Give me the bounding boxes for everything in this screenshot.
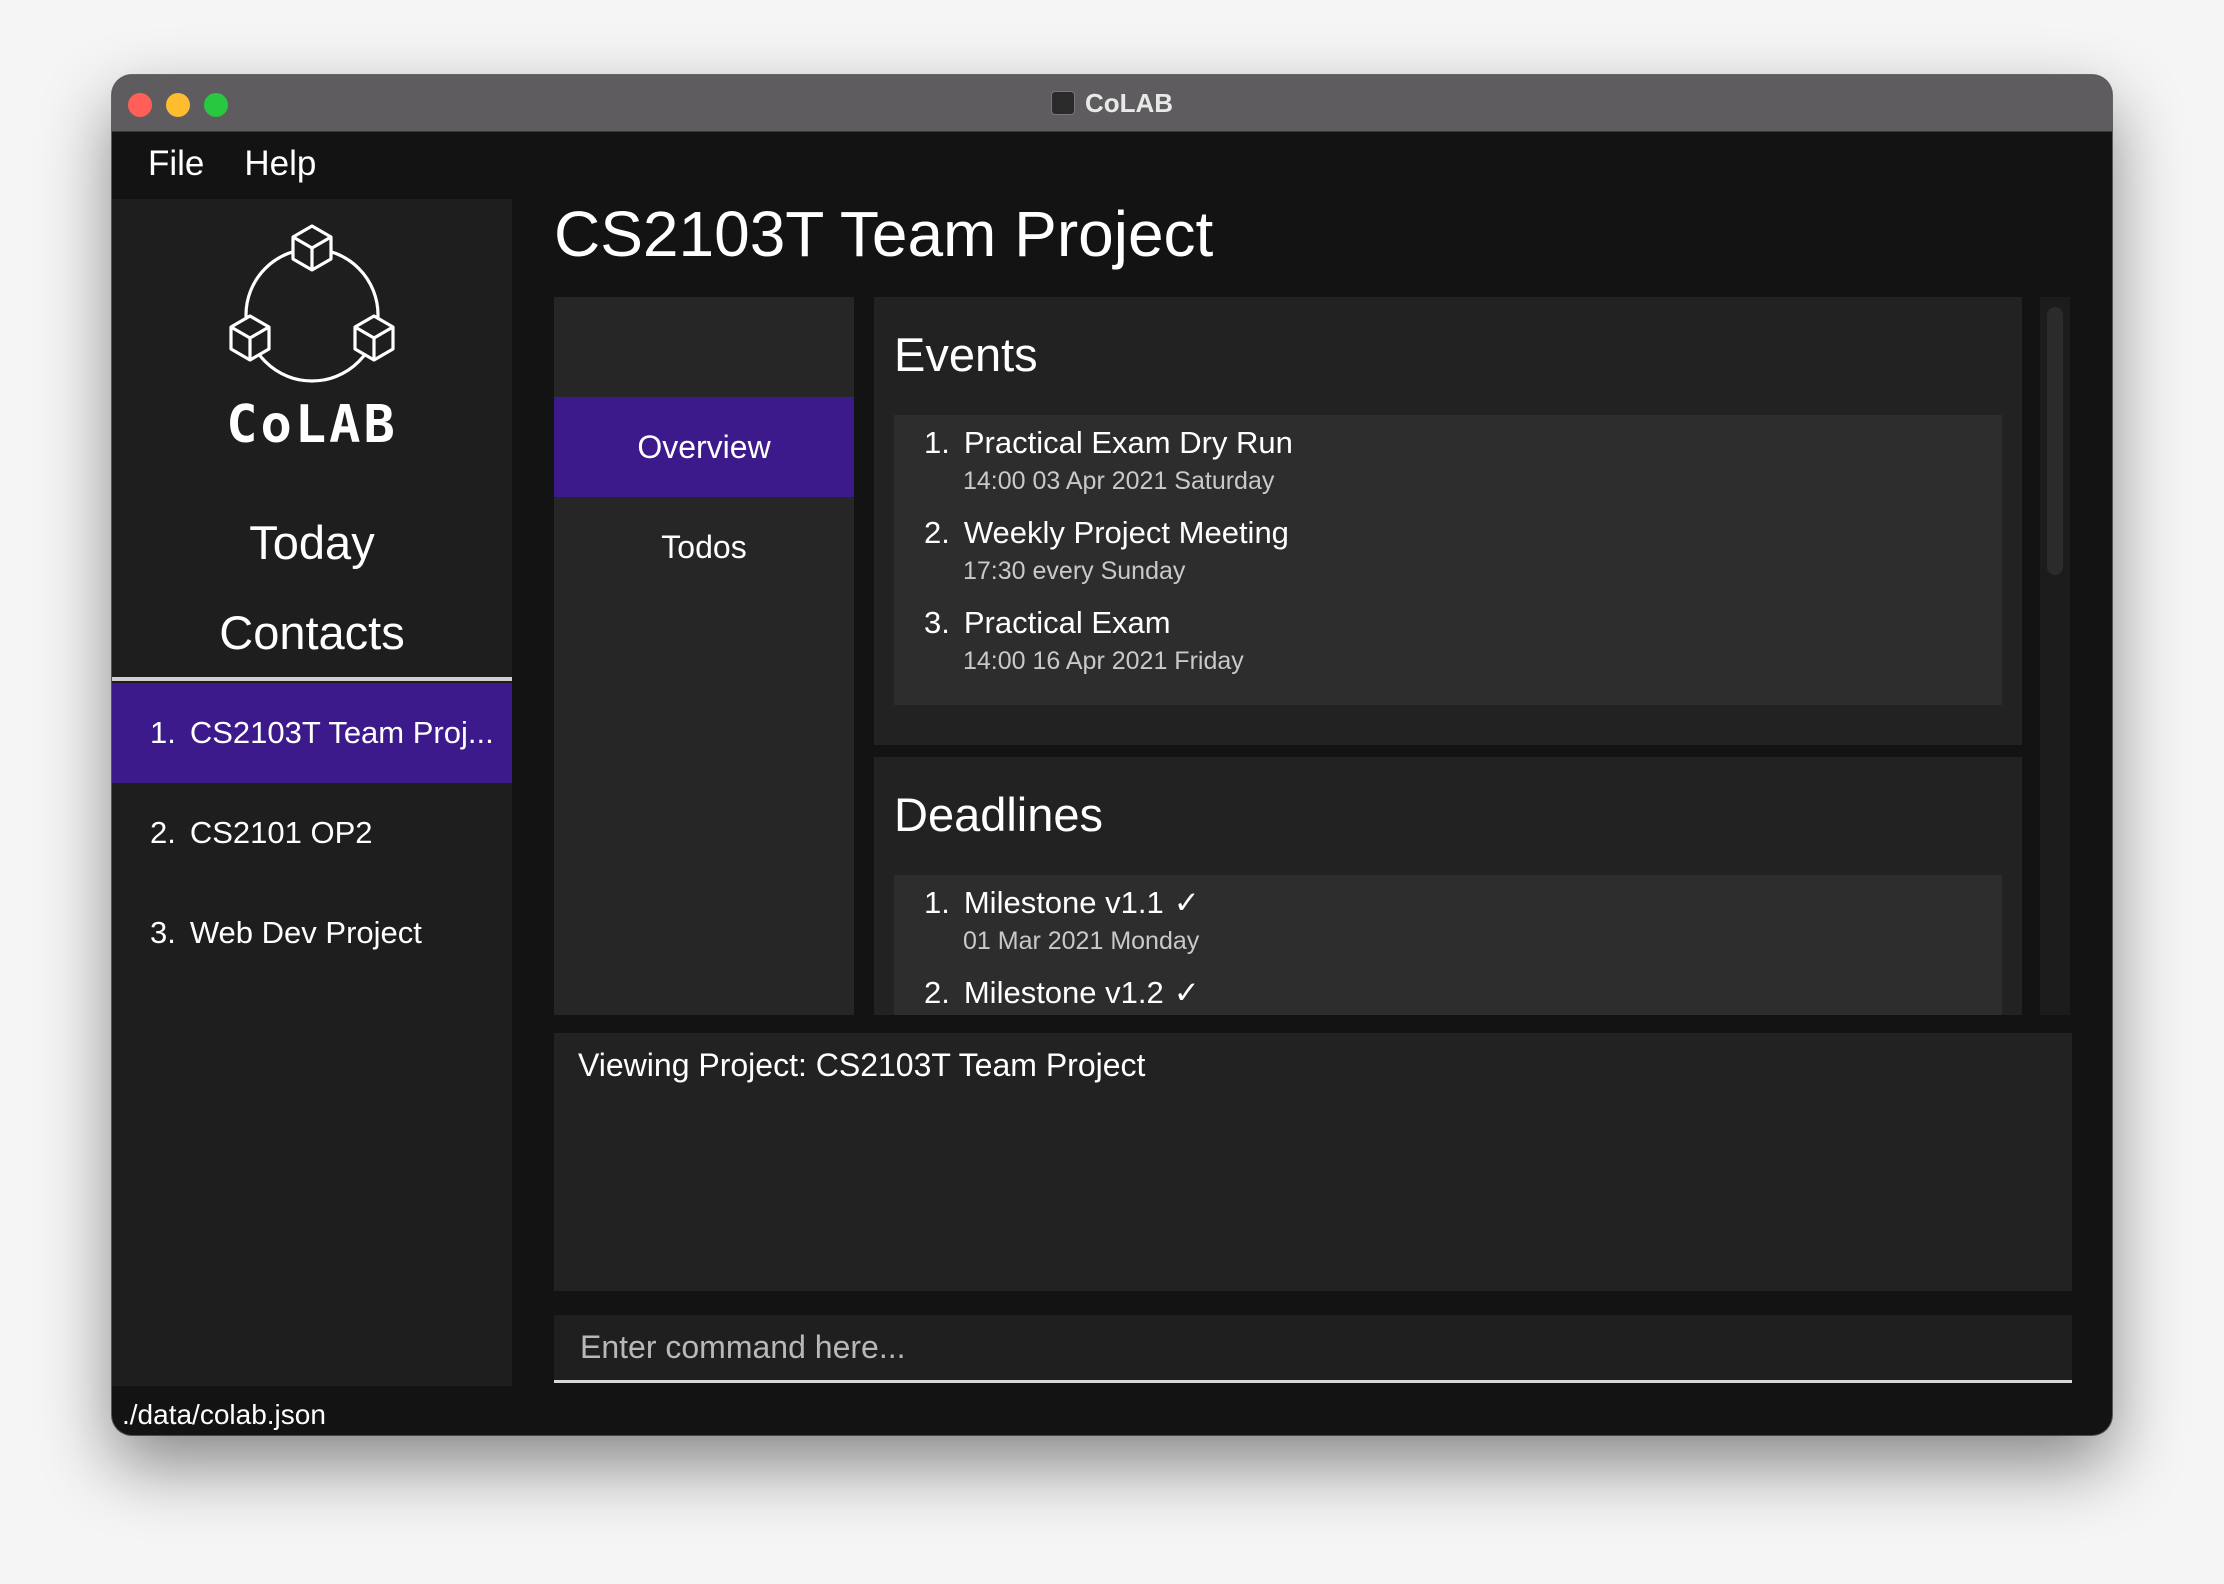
event-item[interactable]: 1. Practical Exam Dry Run 14:00 03 Apr 20… <box>924 425 1293 496</box>
project-name: CS2101 OP2 <box>189 815 373 850</box>
tab-todos[interactable]: Todos <box>554 497 854 597</box>
deadline-item[interactable]: 2. Milestone v1.2 ✓ <box>924 975 1200 1011</box>
deadline-index: 1. <box>924 885 950 920</box>
checkmark-icon: ✓ <box>1173 885 1200 920</box>
events-list: 1. Practical Exam Dry Run 14:00 03 Apr 20… <box>894 415 2002 705</box>
event-name: Practical Exam <box>963 605 1171 640</box>
project-name: CS2103T Team Proj... <box>189 715 494 750</box>
project-name: Web Dev Project <box>189 915 422 950</box>
project-list: 1. CS2103T Team Proj... 2. CS2101 OP2 3.… <box>112 683 512 983</box>
event-detail: 17:30 every Sunday <box>963 557 1186 585</box>
project-list-item[interactable]: 2. CS2101 OP2 <box>112 783 512 883</box>
project-list-item[interactable]: 3. Web Dev Project <box>112 883 512 983</box>
project-index: 2. <box>150 815 176 850</box>
command-input[interactable] <box>554 1315 2072 1380</box>
nav-contacts[interactable]: Contacts <box>112 605 512 660</box>
deadlines-heading: Deadlines <box>894 788 1104 841</box>
deadline-name: Milestone v1.1 <box>963 885 1164 920</box>
event-item[interactable]: 2. Weekly Project Meeting 17:30 every Sun… <box>924 515 1289 586</box>
logo-wordmark: CoLAB <box>226 395 398 455</box>
event-detail: 14:00 03 Apr 2021 Saturday <box>963 467 1275 495</box>
event-detail: 14:00 16 Apr 2021 Friday <box>963 647 1244 675</box>
result-message: Viewing Project: CS2103T Team Project <box>578 1047 1146 1083</box>
status-bar-path: ./data/colab.json <box>122 1399 326 1430</box>
page-title: CS2103T Team Project <box>554 198 1214 270</box>
app-icon <box>1050 91 1075 115</box>
deadline-name: Milestone v1.2 <box>963 975 1164 1010</box>
overview-scrollbar[interactable] <box>2040 297 2070 1015</box>
command-box <box>554 1315 2072 1383</box>
window-title-group: CoLAB <box>112 75 2112 131</box>
nav-today[interactable]: Today <box>112 515 512 570</box>
project-tabs: Overview Todos <box>554 297 854 1015</box>
sidebar: CoLAB Today Contacts 1. CS2103T Team Pro… <box>112 199 512 1386</box>
checkmark-icon: ✓ <box>1173 975 1200 1010</box>
event-index: 3. <box>924 605 950 640</box>
project-list-item[interactable]: 1. CS2103T Team Proj... <box>112 683 512 783</box>
event-index: 2. <box>924 515 950 550</box>
scrollbar-thumb[interactable] <box>2047 307 2063 575</box>
app-window: CoLAB File Help CoLAB Today Contacts 1. … <box>112 75 2112 1435</box>
result-display: Viewing Project: CS2103T Team Project <box>554 1033 2072 1291</box>
events-card: Events 1. Practical Exam Dry Run 14:00 03… <box>874 297 2022 745</box>
sidebar-divider <box>112 677 512 681</box>
menu-file[interactable]: File <box>148 144 204 184</box>
deadline-detail: 01 Mar 2021 Monday <box>963 927 1200 955</box>
deadlines-card: Deadlines 1. Milestone v1.1 ✓ 01 Mar 2021 … <box>874 757 2022 1015</box>
colab-logo-icon <box>229 224 395 383</box>
event-name: Weekly Project Meeting <box>963 515 1289 550</box>
tab-overview[interactable]: Overview <box>554 397 854 497</box>
deadline-item[interactable]: 1. Milestone v1.1 ✓ 01 Mar 2021 Monday <box>924 885 1200 956</box>
title-bar: CoLAB <box>112 75 2112 132</box>
window-title: CoLAB <box>1084 87 1174 118</box>
event-name: Practical Exam Dry Run <box>963 425 1293 460</box>
event-item[interactable]: 3. Practical Exam 14:00 16 Apr 2021 Frida… <box>924 605 1244 676</box>
menu-help[interactable]: Help <box>244 144 316 184</box>
deadlines-list: 1. Milestone v1.1 ✓ 01 Mar 2021 Monday 2. M… <box>894 875 2002 1015</box>
event-index: 1. <box>924 425 950 460</box>
menu-bar: File Help <box>112 132 2112 196</box>
project-index: 3. <box>150 915 176 950</box>
events-heading: Events <box>894 328 1038 381</box>
project-index: 1. <box>150 715 176 750</box>
deadline-index: 2. <box>924 975 950 1010</box>
